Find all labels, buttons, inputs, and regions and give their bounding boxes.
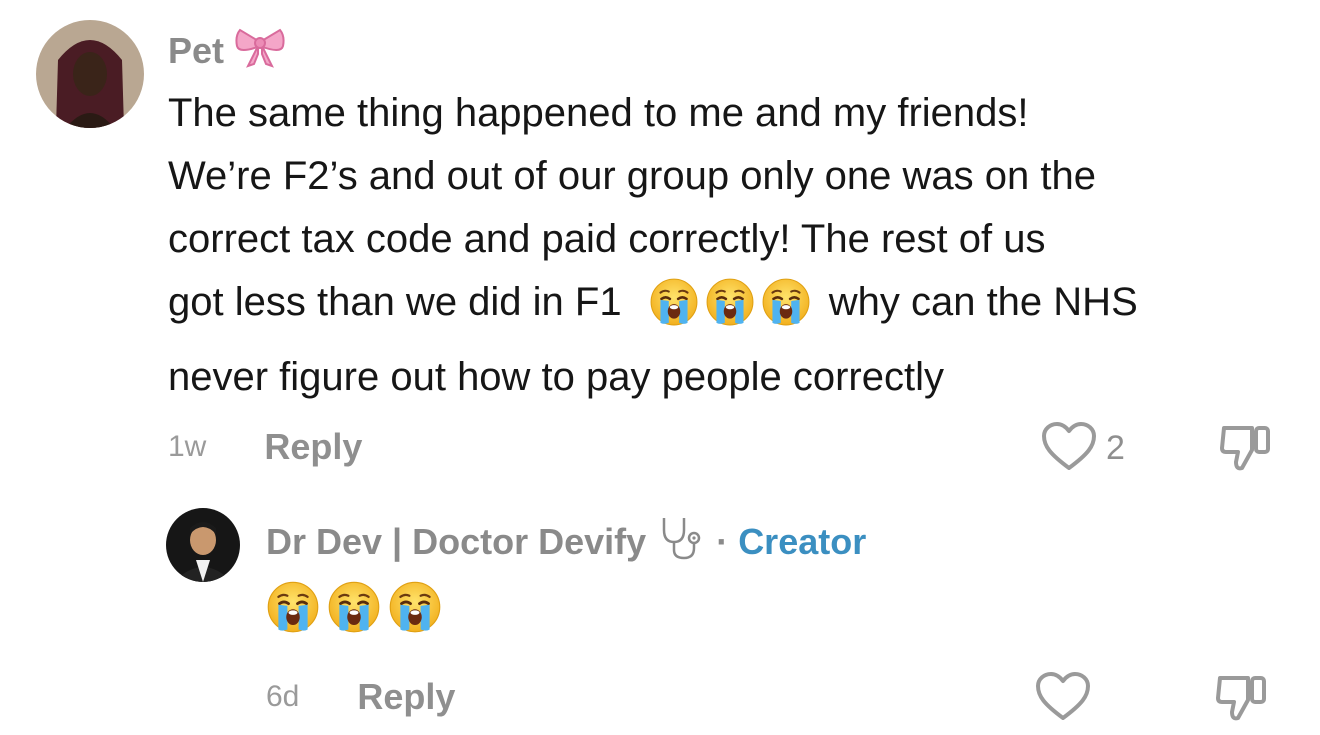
crying-face-icon	[705, 277, 755, 346]
comment-line: correct tax code and paid correctly! The…	[168, 217, 1046, 261]
reply-avatar[interactable]	[166, 508, 240, 582]
thumbs-down-icon	[1214, 676, 1270, 728]
like-button[interactable]	[1034, 670, 1092, 727]
reply-button[interactable]: Reply	[357, 676, 455, 718]
reply-author[interactable]: Dr Dev | Doctor Devify · Creator	[266, 514, 866, 569]
comment-line: never figure out how to pay people corre…	[168, 355, 944, 399]
comment-line-part: why can the NHS	[828, 280, 1138, 324]
stethoscope-icon	[658, 514, 708, 569]
like-button[interactable]: 2	[1040, 420, 1125, 477]
author-name[interactable]: Pet	[168, 30, 224, 72]
like-count: 2	[1106, 429, 1125, 467]
crying-face-icon	[327, 580, 381, 639]
crying-face-icon	[649, 277, 699, 346]
comment-line: The same thing happened to me and my fri…	[168, 91, 1029, 135]
comment-line-with-emoji: got less than we did in F1 why can the N…	[168, 271, 1288, 346]
comment-line: We’re F2’s and out of our group only one…	[168, 154, 1096, 198]
comment-author[interactable]: Pet	[168, 24, 286, 77]
comment-time: 1w	[168, 430, 207, 463]
comment-thread: Pet The same thing happened to me and my…	[0, 0, 1320, 735]
dislike-button[interactable]	[1214, 670, 1270, 729]
comment-body: The same thing happened to me and my fri…	[168, 82, 1288, 409]
reply-meta: 6d Reply	[266, 676, 455, 718]
reply-body	[266, 580, 449, 639]
creator-badge: Creator	[738, 520, 867, 562]
thumbs-down-icon	[1218, 426, 1274, 478]
comment-line-part: got less than we did in F1	[168, 280, 622, 324]
comment-meta: 1w Reply	[168, 426, 362, 468]
heart-icon	[1040, 420, 1098, 477]
pink-bow-icon	[234, 24, 286, 77]
crying-face-icon	[761, 277, 811, 346]
crying-face-icon	[266, 580, 320, 639]
reply-time: 6d	[266, 680, 300, 713]
crying-face-icon	[388, 580, 442, 639]
reply-button[interactable]: Reply	[264, 426, 362, 468]
separator-dot: ·	[716, 520, 729, 562]
heart-icon	[1034, 670, 1092, 727]
dislike-button[interactable]	[1218, 420, 1274, 479]
reply-author-name[interactable]: Dr Dev | Doctor Devify	[266, 521, 646, 563]
avatar[interactable]	[36, 20, 144, 128]
